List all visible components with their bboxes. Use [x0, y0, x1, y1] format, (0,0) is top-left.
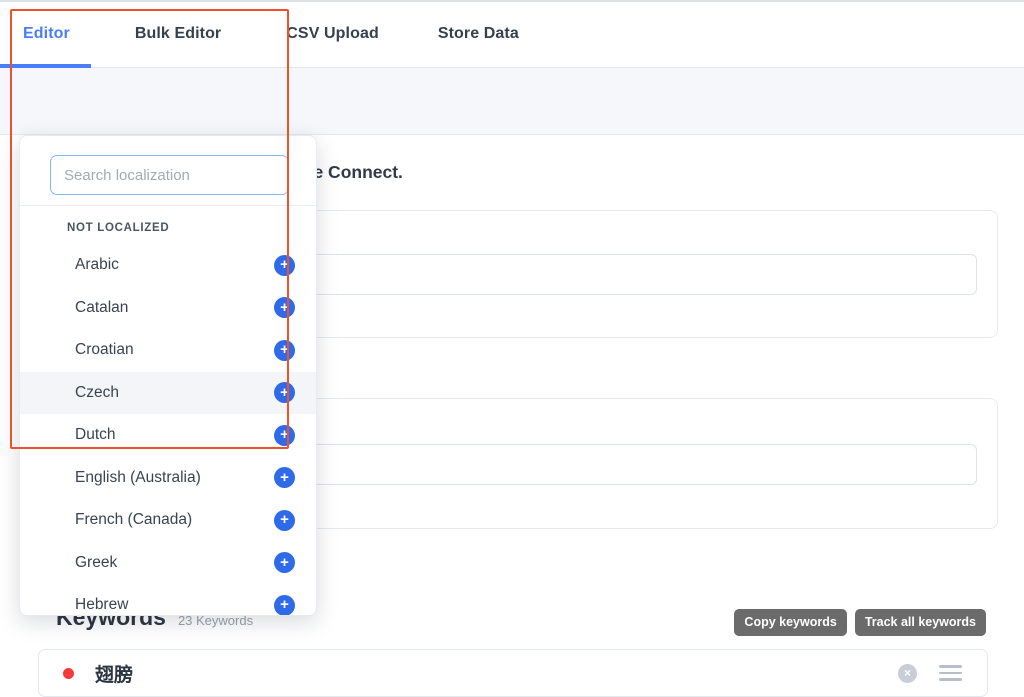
- localization-option-label: Greek: [75, 554, 117, 572]
- localization-option[interactable]: Catalan: [20, 287, 316, 330]
- tab-store-data[interactable]: Store Data: [438, 25, 519, 43]
- localization-option[interactable]: Greek: [20, 542, 316, 585]
- add-localization-icon[interactable]: [274, 297, 295, 318]
- track-all-keywords-button[interactable]: Track all keywords: [855, 609, 986, 636]
- localization-option-label: French (Canada): [75, 511, 192, 529]
- search-localization-input[interactable]: [50, 155, 289, 195]
- tab-bar: Editor Bulk Editor CSV Upload Store Data: [0, 2, 1024, 68]
- tab-csv-upload[interactable]: CSV Upload: [286, 25, 379, 43]
- dropdown-search-area: [20, 136, 316, 206]
- localization-option-label: Croatian: [75, 341, 134, 359]
- add-localization-icon[interactable]: [274, 510, 295, 531]
- localization-option[interactable]: Croatian: [20, 329, 316, 372]
- copy-keywords-button[interactable]: Copy keywords: [734, 609, 846, 636]
- sub-header-bar: Chinese (Simplified) Localization Score:…: [0, 68, 1024, 135]
- app-root: Editor Bulk Editor CSV Upload Store Data…: [0, 0, 1024, 697]
- drag-handle-icon[interactable]: [939, 665, 962, 681]
- keywords-actions: Copy keywords Track all keywords: [734, 609, 986, 636]
- remove-keyword-icon[interactable]: ×: [898, 664, 917, 683]
- localization-option[interactable]: Czech: [20, 372, 316, 415]
- add-localization-icon[interactable]: [274, 595, 295, 615]
- add-localization-icon[interactable]: [274, 425, 295, 446]
- localization-option-label: Hebrew: [75, 596, 128, 614]
- keyword-text: 翅膀: [95, 660, 133, 687]
- localization-option-list[interactable]: Arabic Catalan Croatian Czech Dutch English (…: [20, 244, 316, 615]
- add-localization-icon[interactable]: [274, 255, 295, 276]
- localization-option[interactable]: Hebrew: [20, 584, 316, 615]
- localization-option[interactable]: French (Canada): [20, 499, 316, 542]
- localization-option-label: Dutch: [75, 426, 116, 444]
- keyword-row[interactable]: 翅膀 ×: [38, 649, 988, 697]
- localization-option-label: Arabic: [75, 256, 119, 274]
- tab-editor[interactable]: Editor: [23, 25, 70, 43]
- localization-option-label: English (Australia): [75, 469, 201, 487]
- add-localization-icon[interactable]: [274, 382, 295, 403]
- localization-option-label: Czech: [75, 384, 119, 402]
- localization-option-label: Catalan: [75, 299, 128, 317]
- keyword-status-dot-icon: [63, 668, 74, 679]
- keyword-row-actions: ×: [898, 664, 962, 683]
- localization-option[interactable]: Arabic: [20, 244, 316, 287]
- add-localization-icon[interactable]: [274, 467, 295, 488]
- localization-option[interactable]: English (Australia): [20, 457, 316, 500]
- add-localization-icon[interactable]: [274, 340, 295, 361]
- localization-option[interactable]: Dutch: [20, 414, 316, 457]
- localization-dropdown-panel: NOT LOCALIZED Arabic Catalan Croatian Czech…: [19, 135, 317, 616]
- add-localization-icon[interactable]: [274, 552, 295, 573]
- tab-list: Editor Bulk Editor CSV Upload Store Data: [0, 2, 519, 66]
- tab-bulk-editor[interactable]: Bulk Editor: [135, 25, 221, 43]
- dropdown-section-header: NOT LOCALIZED: [67, 222, 169, 234]
